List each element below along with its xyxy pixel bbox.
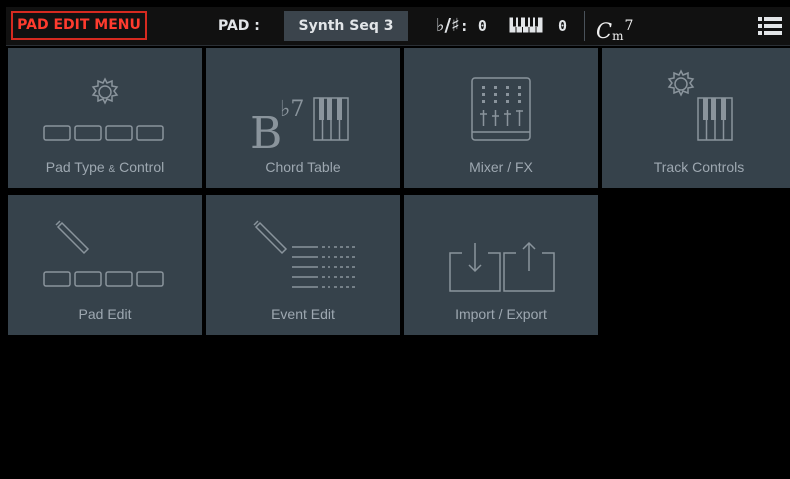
mixer-icon <box>471 77 531 141</box>
tile-label: Chord Table <box>265 159 341 175</box>
gear-pads-icon <box>43 77 164 141</box>
chord-readout: Cm7 <box>596 7 633 45</box>
transpose-readout[interactable]: ♭/♯: 0 <box>436 7 487 45</box>
tile-label: Event Edit <box>271 306 335 322</box>
tile-chord-table[interactable]: B ♭7 Chord Table <box>206 48 400 188</box>
tile-event-edit[interactable]: Event Edit <box>206 195 400 335</box>
pencil-list-icon <box>253 220 356 288</box>
tile-label: Mixer / FX <box>469 159 533 175</box>
page-title[interactable]: PAD EDIT MENU <box>11 11 147 40</box>
label-text: Pad Type <box>45 159 109 175</box>
transpose-colon: : <box>459 17 469 35</box>
chord-quality: m <box>612 29 624 43</box>
transpose-value: 0 <box>477 17 487 35</box>
chord-icon-sup: ♭7 <box>280 97 304 122</box>
tile-label: Pad Type & Control <box>8 159 202 175</box>
tile-pad-type-control[interactable]: Pad Type & Control <box>8 48 202 188</box>
label-text-end: Control <box>115 159 165 175</box>
pencil-pads-icon <box>43 220 164 287</box>
chord-table-icon: B ♭7 <box>250 97 349 158</box>
tile-track-controls[interactable]: Track Controls <box>602 48 790 188</box>
pad-edit-menu-screen: PAD EDIT MENU PAD : Synth Seq 3 ♭/♯: 0 0… <box>6 7 790 479</box>
header-bar: PAD EDIT MENU PAD : Synth Seq 3 ♭/♯: 0 0… <box>6 7 790 46</box>
gear-keyboard-icon <box>667 69 733 141</box>
chord-icon-letter: B <box>250 108 282 158</box>
list-menu-icon[interactable] <box>758 17 782 35</box>
chord-extension: 7 <box>624 18 634 34</box>
tile-import-export[interactable]: Import / Export <box>404 195 598 335</box>
header-divider <box>584 11 585 41</box>
chord-root: C <box>596 19 613 43</box>
pad-label: PAD : <box>218 18 260 34</box>
import-export-icon <box>449 241 555 292</box>
tile-mixer-fx[interactable]: Mixer / FX <box>404 48 598 188</box>
tile-pad-edit[interactable]: Pad Edit <box>8 195 202 335</box>
keyboard-icon <box>509 17 543 33</box>
tile-label: Pad Edit <box>78 306 132 322</box>
octave-value[interactable]: 0 <box>558 7 567 45</box>
tile-label: Track Controls <box>653 159 745 175</box>
pad-name-field[interactable]: Synth Seq 3 <box>284 11 408 41</box>
tile-label: Import / Export <box>455 306 547 322</box>
flat-sharp-icon: ♭/♯ <box>436 15 460 36</box>
